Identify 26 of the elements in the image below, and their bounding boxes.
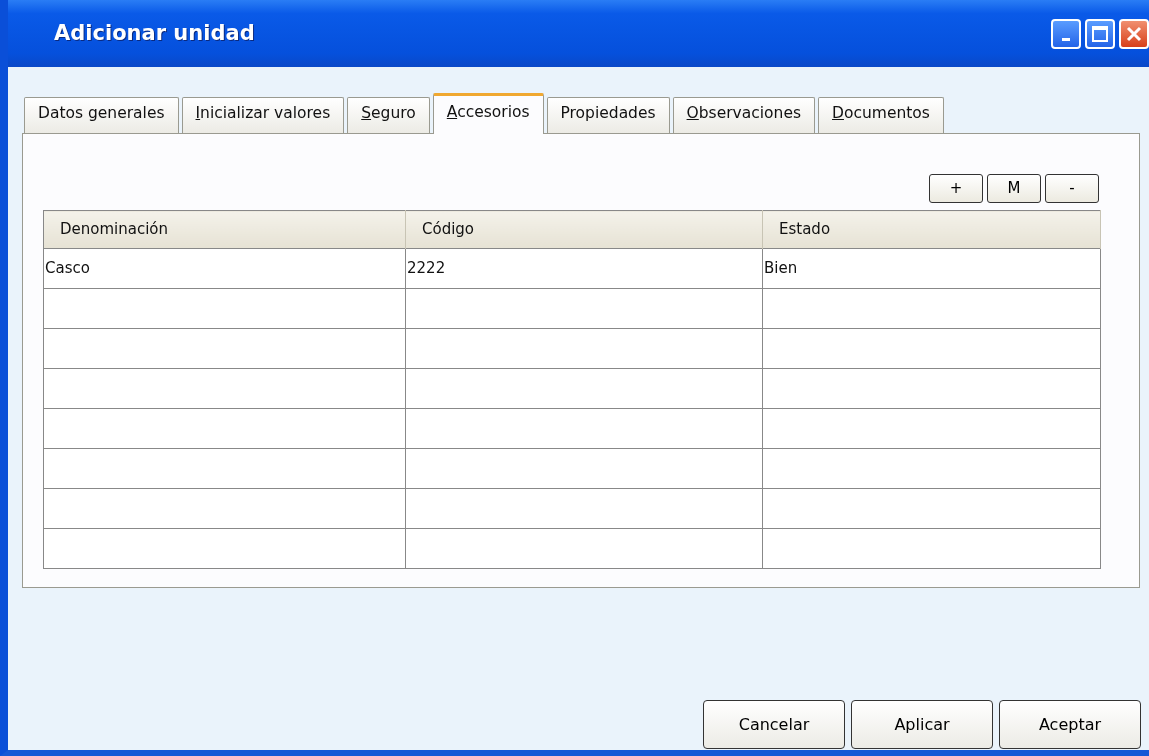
close-icon — [1126, 25, 1142, 42]
dialog-button[interactable]: Aplicar — [851, 700, 993, 749]
tab[interactable]: Datos generales — [24, 97, 179, 133]
tab[interactable]: Inicializar valores — [181, 97, 345, 133]
toolbar-button[interactable]: - — [1045, 174, 1099, 203]
tab[interactable]: Observaciones — [672, 97, 816, 133]
toolbar-button[interactable]: M — [987, 174, 1041, 203]
close-button[interactable] — [1119, 18, 1149, 49]
maximize-icon — [1092, 25, 1108, 42]
window-title: Adicionar unidad — [54, 19, 256, 47]
table-cell: Casco — [43, 248, 406, 289]
column-header: Estado — [762, 210, 1101, 249]
table-cell: 2222 — [405, 248, 763, 289]
maximize-button[interactable] — [1085, 18, 1115, 49]
dialog-button[interactable]: Cancelar — [703, 700, 845, 749]
tab[interactable]: Seguro — [347, 97, 430, 133]
dialog-button[interactable]: Aceptar — [999, 700, 1141, 749]
column-header: Código — [405, 210, 763, 249]
tab[interactable]: Propiedades — [546, 97, 670, 133]
tab[interactable]: Documentos — [818, 97, 944, 133]
toolbar-button[interactable]: + — [929, 174, 983, 203]
minimize-button[interactable] — [1051, 18, 1081, 49]
column-header: Denominación — [43, 210, 406, 249]
minimize-icon — [1062, 38, 1070, 41]
tab[interactable]: Accesorios — [432, 93, 544, 134]
table-cell: Bien — [762, 248, 1101, 289]
